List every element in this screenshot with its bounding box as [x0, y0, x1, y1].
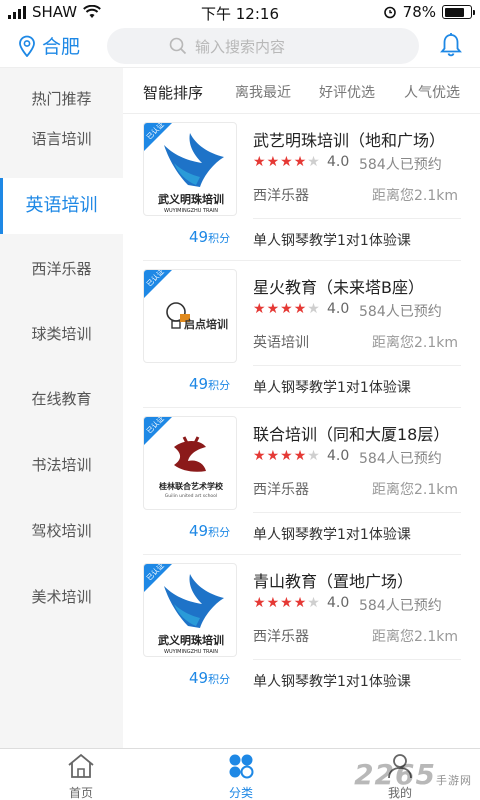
rating-value: 4.0	[327, 154, 350, 170]
star-icon: ★	[253, 154, 266, 170]
course-title: 单人钢琴教学1对1体验课	[253, 527, 411, 543]
city-selector[interactable]: 合肥	[18, 32, 80, 59]
city-label: 合肥	[42, 36, 81, 58]
star-icon: ★	[293, 448, 307, 464]
star-icon: ★	[307, 154, 320, 170]
appointment-count: 584人已预约	[359, 451, 442, 467]
star-rating: ★ ★ ★ ★ ★	[253, 448, 320, 464]
tab-most-popular[interactable]: 人气优选	[404, 82, 460, 102]
sidebar-item-hot[interactable]: 热门推荐	[0, 88, 123, 112]
star-rating: ★ ★ ★ ★ ★	[253, 595, 320, 611]
search-placeholder: 输入搜索内容	[195, 37, 286, 56]
sidebar-item-ball-sports[interactable]: 球类培训	[0, 323, 123, 347]
listing-category: 英语培训	[253, 335, 309, 351]
star-icon: ★	[266, 595, 280, 611]
star-icon: ★	[253, 301, 266, 317]
listing-card[interactable]: 启点培训 已认证 星火教育（未来塔B座） ★ ★ ★ ★ ★ 4.0 584人已预约 英…	[123, 261, 480, 408]
nav-home[interactable]: 首页	[51, 753, 111, 800]
category-icon	[229, 754, 254, 779]
battery-percent: 78%	[402, 3, 436, 21]
star-icon: ★	[280, 595, 293, 611]
appointment-count: 584人已预约	[359, 157, 442, 173]
star-icon: ★	[253, 595, 266, 611]
svg-text:启点培训: 启点培训	[184, 317, 228, 331]
listing-card[interactable]: 武义明珠培训 WUYIMINGZHU TRAIN 已认证 武艺明珠培训（地和广场…	[123, 114, 480, 261]
svg-text:WUYIMINGZHU TRAIN: WUYIMINGZHU TRAIN	[164, 649, 218, 655]
sidebar-item-calligraphy[interactable]: 书法培训	[0, 454, 123, 478]
star-icon: ★	[280, 154, 293, 170]
listing-name: 联合培训（同和大厦18层）	[253, 425, 450, 444]
star-icon: ★	[307, 595, 320, 611]
listing-name: 星火教育（未来塔B座）	[253, 278, 424, 297]
category-sidebar: 热门推荐 语言培训 英语培训 西洋乐器 球类培训 在线教育 书法培训 驾校培训 …	[0, 68, 123, 748]
course-title: 单人钢琴教学1对1体验课	[253, 233, 411, 249]
listing-logo: 武义明珠培训 WUYIMINGZHU TRAIN 已认证	[143, 563, 237, 657]
watermark: 2265手游网	[354, 758, 472, 791]
points-price: 49积分	[189, 522, 231, 540]
tab-best-rated[interactable]: 好评优选	[319, 82, 375, 102]
listing-name: 武艺明珠培训（地和广场）	[253, 131, 446, 150]
listing-logo: 武义明珠培训 WUYIMINGZHU TRAIN 已认证	[143, 122, 237, 216]
listing-distance: 距离您2.1km	[371, 629, 458, 645]
course-title: 单人钢琴教学1对1体验课	[253, 380, 411, 396]
points-price: 49积分	[189, 228, 231, 246]
listing-category: 西洋乐器	[253, 629, 309, 645]
star-icon: ★	[253, 448, 266, 464]
star-icon: ★	[266, 301, 280, 317]
tab-smart-sort[interactable]: 智能排序	[143, 82, 203, 103]
appointment-count: 584人已预约	[359, 598, 442, 614]
sidebar-item-western-instruments[interactable]: 西洋乐器	[0, 258, 123, 282]
svg-text:武义明珠培训: 武义明珠培训	[158, 633, 224, 647]
search-input[interactable]: 输入搜索内容	[107, 28, 419, 64]
listing-card[interactable]: 桂林联合艺术学校 Guilin united art school 已认证 联合…	[123, 408, 480, 555]
sidebar-item-driving-school[interactable]: 驾校培训	[0, 520, 123, 544]
star-rating: ★ ★ ★ ★ ★	[253, 154, 320, 170]
star-icon: ★	[307, 301, 320, 317]
appointment-count: 584人已预约	[359, 304, 442, 320]
alarm-icon	[383, 6, 396, 19]
star-icon: ★	[293, 301, 307, 317]
listing-category: 西洋乐器	[253, 188, 309, 204]
star-rating: ★ ★ ★ ★ ★	[253, 301, 320, 317]
listing-distance: 距离您2.1km	[371, 482, 458, 498]
listing-name: 青山教育（置地广场）	[253, 572, 414, 591]
listing-logo: 桂林联合艺术学校 Guilin united art school 已认证	[143, 416, 237, 510]
search-icon	[169, 37, 187, 55]
svg-text:武义明珠培训: 武义明珠培训	[158, 192, 224, 206]
top-header: 合肥 输入搜索内容	[0, 24, 480, 68]
sidebar-item-online-education[interactable]: 在线教育	[0, 388, 123, 412]
tab-nearest[interactable]: 离我最近	[235, 82, 291, 102]
listing-logo: 启点培训 已认证	[143, 269, 237, 363]
listing-distance: 距离您2.1km	[371, 335, 458, 351]
course-title: 单人钢琴教学1对1体验课	[253, 674, 411, 690]
svg-text:桂林联合艺术学校: 桂林联合艺术学校	[158, 481, 224, 491]
rating-value: 4.0	[327, 448, 350, 464]
star-icon: ★	[280, 301, 293, 317]
sidebar-item-art[interactable]: 美术培训	[0, 586, 123, 610]
home-icon	[68, 753, 94, 778]
points-price: 49积分	[189, 669, 231, 687]
star-icon: ★	[280, 448, 293, 464]
sidebar-item-english[interactable]: 英语培训	[0, 178, 123, 234]
star-icon: ★	[307, 448, 320, 464]
listing-distance: 距离您2.1km	[371, 188, 458, 204]
rating-value: 4.0	[327, 301, 350, 317]
sidebar-item-language[interactable]: 语言培训	[0, 128, 123, 152]
sort-tabs: 智能排序 离我最近 好评优选 人气优选	[123, 68, 480, 114]
rating-value: 4.0	[327, 595, 350, 611]
points-price: 49积分	[189, 375, 231, 393]
location-pin-icon	[19, 35, 35, 57]
bell-icon[interactable]	[440, 32, 462, 58]
listing-card[interactable]: 武义明珠培训 WUYIMINGZHU TRAIN 已认证 青山教育（置地广场） …	[123, 555, 480, 702]
status-bar: SHAW 下午 12:16 78%	[0, 0, 480, 24]
svg-text:WUYIMINGZHU TRAIN: WUYIMINGZHU TRAIN	[164, 208, 218, 214]
nav-category[interactable]: 分类	[211, 753, 271, 800]
star-icon: ★	[293, 595, 307, 611]
svg-text:Guilin united art school: Guilin united art school	[165, 493, 217, 499]
star-icon: ★	[266, 154, 280, 170]
star-icon: ★	[266, 448, 280, 464]
listing-category: 西洋乐器	[253, 482, 309, 498]
battery-icon	[442, 5, 475, 19]
star-icon: ★	[293, 154, 307, 170]
